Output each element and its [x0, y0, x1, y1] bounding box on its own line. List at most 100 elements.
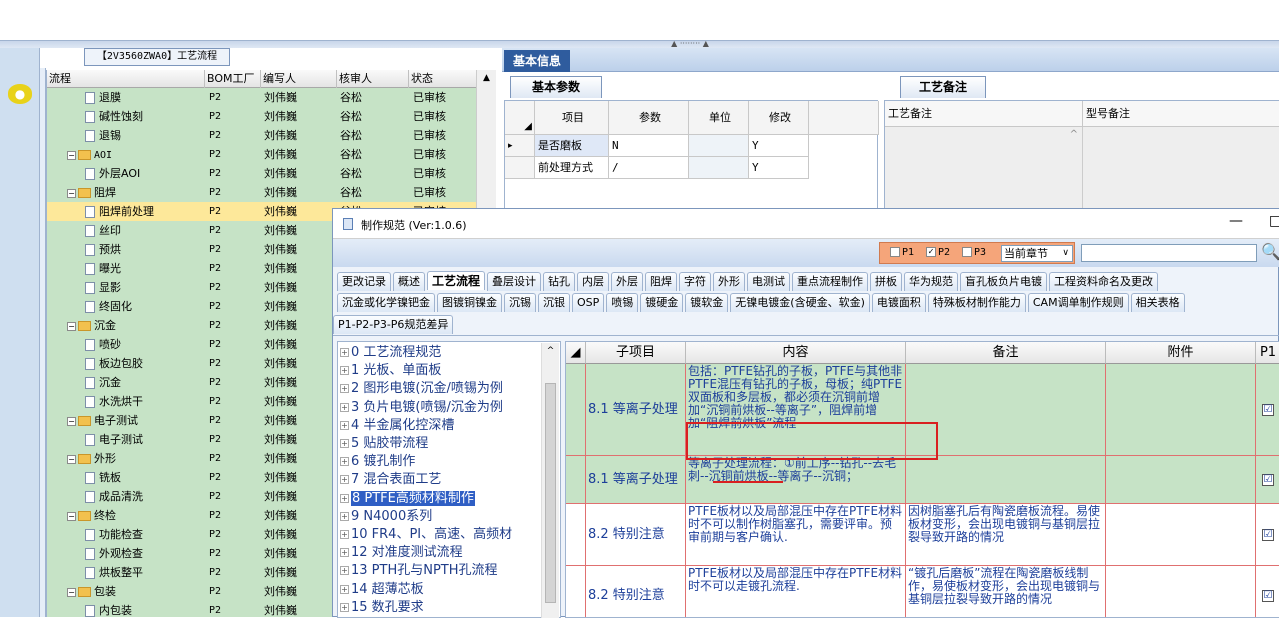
chapter-item[interactable]: +6 镀孔制作: [340, 453, 415, 471]
detail-head-p1[interactable]: P1: [1256, 342, 1279, 364]
expand-icon[interactable]: +: [340, 420, 349, 430]
param-head-item[interactable]: 项目: [535, 101, 609, 135]
collapse-icon[interactable]: −: [67, 188, 76, 198]
spec-tab[interactable]: 阻焊: [645, 272, 678, 291]
spec-tab[interactable]: 叠层设计: [487, 272, 542, 291]
chapter-item[interactable]: +4 半金属化控深槽: [340, 417, 454, 435]
chapter-item[interactable]: +7 混合表面工艺: [340, 471, 441, 489]
tree-row[interactable]: 退锡 P2 刘伟巍 谷松 已审核: [47, 126, 496, 145]
expand-icon[interactable]: +: [340, 348, 349, 357]
param-edit[interactable]: Y: [749, 135, 809, 157]
chapter-item[interactable]: +10 FR4、PI、高速、高频材: [340, 526, 512, 544]
p1-checkbox[interactable]: ☑: [1262, 529, 1274, 541]
detail-cell-attach[interactable]: [1106, 456, 1256, 504]
filter-p1[interactable]: P1: [890, 247, 914, 258]
chapter-item[interactable]: +3 负片电镀(喷锡/沉金为例: [340, 399, 503, 417]
param-unit[interactable]: [689, 135, 749, 157]
param-head-value[interactable]: 参数: [609, 101, 689, 135]
tab-process-notes[interactable]: 工艺备注: [900, 76, 986, 98]
search-input[interactable]: [1081, 244, 1257, 262]
spec-tab[interactable]: 工程资料命名及更改: [1049, 272, 1159, 291]
detail-cell-note[interactable]: “镀孔后磨板”流程在陶瓷磨板线制作，易使板材变形，会出现电镀铜与基铜层拉裂导致开…: [906, 566, 1106, 617]
expand-icon[interactable]: +: [340, 439, 349, 448]
detail-head-note[interactable]: 备注: [906, 342, 1106, 364]
tree-row[interactable]: 碱性蚀刻 P2 刘伟巍 谷松 已审核: [47, 107, 496, 126]
chapter-item[interactable]: +14 超薄芯板: [340, 581, 424, 599]
expand-icon[interactable]: +: [340, 530, 349, 539]
search-icon[interactable]: 🔍: [1261, 242, 1279, 261]
notes-head-process[interactable]: 工艺备注: [885, 101, 1083, 127]
process-notes-field[interactable]: ^: [885, 127, 1083, 211]
flow-title-tab[interactable]: 【2V3560ZWA0】工艺流程: [84, 48, 230, 66]
collapse-icon[interactable]: −: [67, 416, 76, 426]
param-value[interactable]: /: [609, 157, 689, 179]
notes-head-model[interactable]: 型号备注: [1083, 101, 1279, 127]
chapter-item[interactable]: +9 N4000系列: [340, 508, 432, 526]
spec-tab[interactable]: 镀软金: [685, 293, 729, 312]
col-flow[interactable]: 流程: [47, 70, 205, 88]
collapse-icon[interactable]: −: [67, 150, 76, 160]
chapter-item[interactable]: +13 PTH孔与NPTH孔流程: [340, 562, 498, 580]
collapse-icon[interactable]: −: [67, 454, 76, 464]
filter-p2[interactable]: ✓ P2: [926, 247, 950, 258]
expand-icon[interactable]: +: [340, 584, 349, 594]
col-writer[interactable]: 编写人: [261, 70, 337, 88]
chapter-item[interactable]: +12 对准度测试流程: [340, 544, 463, 562]
chapter-item[interactable]: +8 PTFE高频材料制作: [340, 490, 475, 508]
detail-cell-content[interactable]: PTFE板材以及局部混压中存在PTFE材料时不可以制作树脂塞孔，需要评审。预审前…: [686, 504, 906, 566]
chapter-item[interactable]: +2 图形电镀(沉金/喷锡为例: [340, 380, 503, 398]
detail-cell-attach[interactable]: [1106, 566, 1256, 617]
param-item[interactable]: 前处理方式: [535, 157, 609, 179]
p1-checkbox[interactable]: ☑: [1262, 404, 1274, 416]
detail-head-sub[interactable]: 子项目: [586, 342, 686, 364]
maximize-button[interactable]: □: [1269, 213, 1279, 229]
detail-cell-sub[interactable]: 8.2 特别注意: [586, 504, 686, 566]
expand-icon[interactable]: +: [340, 457, 349, 467]
model-notes-field[interactable]: [1083, 127, 1279, 211]
spec-tab[interactable]: 特殊板材制作能力: [927, 293, 1026, 312]
spec-tab[interactable]: 内层: [577, 272, 610, 291]
chapter-item[interactable]: +5 贴胶带流程: [340, 435, 428, 453]
p1-checkbox[interactable]: ☑: [1262, 590, 1274, 602]
chapter-item[interactable]: +15 数孔要求: [340, 599, 424, 617]
param-value[interactable]: N: [609, 135, 689, 157]
expand-icon[interactable]: +: [340, 384, 349, 394]
detail-cell-content[interactable]: 等离子处理流程：①前工序--钻孔--去毛刺--沉铜前烘板--等离子--沉铜；: [686, 456, 906, 504]
spec-tab[interactable]: 概述: [393, 272, 425, 291]
spec-tab[interactable]: 图镀铜镍金: [437, 293, 502, 312]
spec-tab[interactable]: 镀硬金: [640, 293, 684, 312]
chat-icon[interactable]: ●: [8, 84, 32, 104]
spec-tab[interactable]: 拼板: [870, 272, 903, 291]
row-header[interactable]: [566, 456, 586, 504]
chapter-select[interactable]: 当前章节 ∨: [1001, 245, 1073, 262]
spec-tab[interactable]: 无镍电镀金(含硬金、软金): [730, 293, 870, 312]
tree-row[interactable]: 外层AOI P2 刘伟巍 谷松 已审核: [47, 164, 496, 183]
expand-icon[interactable]: +: [340, 493, 349, 503]
splitter-grip[interactable]: ▲ ········ ▲: [660, 40, 720, 48]
detail-cell-sub[interactable]: 8.2 特别注意: [586, 566, 686, 617]
spec-tab[interactable]: 沉银: [538, 293, 570, 312]
expand-icon[interactable]: +: [340, 566, 349, 576]
col-status[interactable]: 状态: [409, 70, 481, 88]
spec-tab[interactable]: 字符: [679, 272, 712, 291]
detail-cell-note[interactable]: 因树脂塞孔后有陶瓷磨板流程。易使板材变形，会出现电镀铜与基铜层拉裂导致开路的情况: [906, 504, 1106, 566]
spec-tab[interactable]: 电镀面积: [871, 293, 926, 312]
spec-tab[interactable]: 重点流程制作: [792, 272, 869, 291]
tab-basic-info[interactable]: 基本信息: [504, 50, 570, 72]
p1-checkbox[interactable]: ☑: [1262, 474, 1274, 486]
collapse-icon[interactable]: −: [67, 587, 76, 597]
row-header[interactable]: [566, 566, 586, 617]
spec-tab[interactable]: 盲孔板负片电镀: [960, 272, 1048, 291]
tab-basic-params[interactable]: 基本参数: [510, 76, 602, 98]
detail-cell-attach[interactable]: [1106, 364, 1256, 456]
spec-tab[interactable]: 华为规范: [904, 272, 959, 291]
filter-p3[interactable]: P3: [962, 247, 986, 258]
param-head-edit[interactable]: 修改: [749, 101, 809, 135]
row-header[interactable]: [566, 504, 586, 566]
detail-cell-sub[interactable]: 8.1 等离子处理: [586, 456, 686, 504]
detail-cell-content[interactable]: PTFE板材以及局部混压中存在PTFE材料时不可以走镀孔流程.: [686, 566, 906, 617]
spec-tab[interactable]: 更改记录: [337, 272, 391, 291]
spec-tab[interactable]: P1-P2-P3-P6规范差异: [333, 315, 454, 334]
expand-icon[interactable]: +: [340, 366, 349, 376]
col-bom[interactable]: BOM工厂: [205, 70, 261, 88]
